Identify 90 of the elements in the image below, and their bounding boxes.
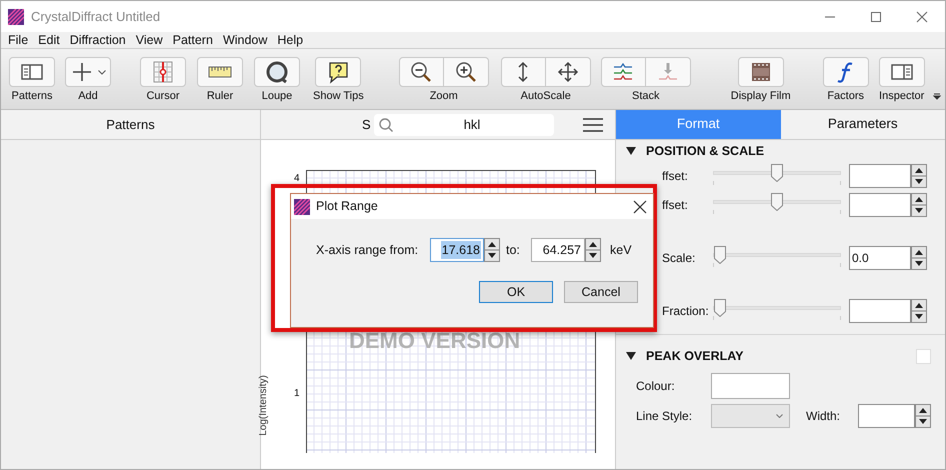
menu-icon[interactable]: [583, 118, 603, 132]
menu-item[interactable]: Pattern: [168, 32, 218, 48]
toolbar-label: Stack: [632, 90, 660, 103]
spinner-arrows-icon[interactable]: [911, 246, 927, 270]
dialog-button[interactable]: OK: [479, 281, 553, 303]
close-icon[interactable]: [633, 200, 647, 214]
menu-item[interactable]: View: [130, 32, 168, 48]
toolbar-button[interactable]: [9, 57, 55, 87]
number-field[interactable]: [849, 164, 911, 188]
toolbar-label: Patterns: [12, 90, 52, 103]
toolbar-label: Zoom: [430, 90, 458, 103]
field-label: X-axis range from:: [316, 242, 420, 259]
toolbar-label: Add: [78, 90, 98, 103]
spinner-arrows-icon[interactable]: [915, 404, 931, 428]
checkbox[interactable]: [916, 348, 931, 364]
toolbar-label: Ruler: [206, 90, 234, 103]
y-tick-label: 1: [294, 387, 300, 401]
slider-thumb[interactable]: [771, 192, 783, 210]
toolbar-button[interactable]: [600, 57, 646, 87]
disclosure-triangle-icon[interactable]: [626, 352, 636, 360]
app-logo-icon: [294, 198, 310, 214]
toolbar-button[interactable]: [738, 57, 784, 87]
toolbar-label: Inspector: [879, 90, 924, 103]
panel-title: Patterns: [106, 116, 155, 134]
field-label: Scale:: [662, 250, 696, 266]
toolbar-button[interactable]: [822, 57, 869, 87]
menu-item[interactable]: Window: [218, 32, 272, 48]
field-label: ffset:: [662, 168, 688, 184]
toolbar-button[interactable]: [254, 57, 300, 87]
toolbar-button[interactable]: [197, 57, 243, 87]
spinner-arrows-icon[interactable]: [484, 238, 500, 262]
number-field[interactable]: [858, 404, 915, 428]
field-label: Colour:: [636, 378, 676, 395]
overflow-icon[interactable]: [933, 93, 941, 101]
field-label: Width:: [806, 408, 842, 425]
dialog-button[interactable]: Cancel: [564, 281, 638, 303]
unit-label: keV: [610, 242, 632, 259]
spinner-arrows-icon[interactable]: [585, 238, 601, 262]
menu-item[interactable]: Diffraction: [64, 32, 131, 48]
toolbar-label: Cursor: [146, 90, 180, 103]
toolbar-button[interactable]: [444, 57, 489, 87]
toolbar-button[interactable]: [546, 57, 591, 87]
toolbar-label: Show Tips: [313, 90, 364, 103]
window-title: CrystalDiffract Untitled: [31, 8, 160, 26]
to-field[interactable]: 64.257: [531, 238, 585, 262]
zoom-out-icon: [409, 60, 434, 84]
number-field[interactable]: [849, 298, 911, 322]
magnifier-loupe-icon: [265, 60, 289, 84]
spinner-arrows-icon[interactable]: [911, 298, 927, 322]
toolbar-button[interactable]: [65, 57, 111, 87]
toolbar-button[interactable]: [500, 57, 546, 87]
spinner-arrows-icon[interactable]: [911, 192, 927, 216]
slider-thumb[interactable]: [714, 246, 726, 264]
plus-icon: [70, 60, 94, 84]
number-field[interactable]: [849, 192, 911, 216]
field-label: ffset:: [662, 196, 688, 214]
section-title: POSITION & SCALE: [646, 142, 764, 160]
slider-thumb[interactable]: [771, 164, 783, 182]
spinner-arrows-icon[interactable]: [911, 164, 927, 188]
menu-item[interactable]: Help: [272, 32, 308, 48]
toolbar-button[interactable]: [315, 57, 362, 87]
menu-item[interactable]: File: [3, 32, 34, 48]
toolbar-button[interactable]: [878, 57, 925, 87]
toolbar-label: Display Film: [730, 90, 791, 103]
y-tick-label: 4: [294, 172, 300, 186]
grid-cursor-icon: [151, 60, 175, 84]
search-icon: [378, 116, 394, 132]
toolbar-button[interactable]: [398, 57, 444, 87]
field-label: to:: [506, 242, 521, 259]
slider-thumb[interactable]: [714, 298, 726, 316]
move-arrows-icon: [556, 60, 580, 84]
zoom-in-icon: [454, 60, 478, 84]
caret-icon: [98, 70, 106, 74]
toolbar-label: Loupe: [262, 90, 292, 103]
app-logo-icon: [8, 8, 24, 24]
field-label: Line Style:: [636, 408, 694, 425]
y-axis-label: Log(Intensity): [256, 375, 270, 436]
number-field[interactable]: 0.0: [849, 246, 911, 270]
field-label: Fraction:: [662, 302, 709, 320]
search-field[interactable]: hkl: [374, 114, 554, 136]
column-header: S: [362, 116, 372, 134]
menu-item[interactable]: Edit: [33, 32, 65, 48]
dialog-title: Plot Range: [316, 198, 378, 216]
caret-icon: [776, 414, 783, 418]
toolbar-label: AutoScale: [520, 90, 571, 103]
section-title: PEAK OVERLAY: [646, 348, 744, 365]
from-field[interactable]: 17.618: [430, 238, 484, 262]
watermark-text: DEMO VERSION: [349, 327, 520, 355]
toolbar-label: Factors: [827, 90, 864, 103]
disclosure-triangle-icon[interactable]: [626, 147, 636, 155]
